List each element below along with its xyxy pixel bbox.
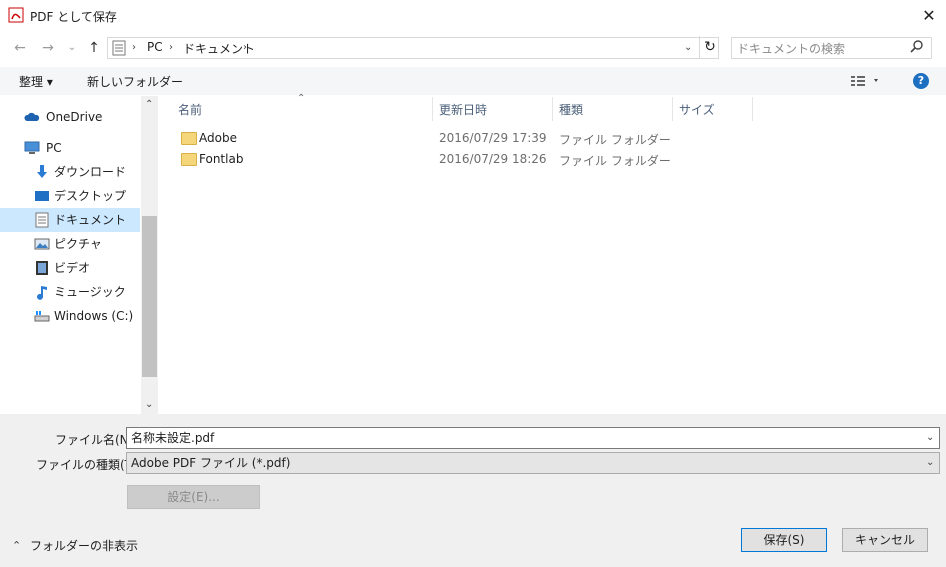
sidebar-scrollbar-thumb[interactable]	[142, 216, 157, 377]
scroll-up-icon[interactable]: ⌃	[145, 99, 153, 110]
sidebar-item-windows-c[interactable]: Windows (C:)	[0, 304, 140, 328]
file-name[interactable]: Adobe	[199, 131, 237, 145]
column-divider[interactable]	[752, 97, 753, 121]
column-header-size[interactable]: サイズ	[679, 101, 715, 118]
video-icon	[34, 260, 50, 276]
refresh-icon: ↻	[704, 39, 716, 55]
up-button[interactable]: ↑	[84, 38, 104, 58]
back-arrow-icon: ←	[14, 40, 26, 56]
music-icon	[34, 284, 50, 300]
close-button[interactable]: ✕	[914, 3, 944, 29]
breadcrumb-separator-icon: ›	[169, 42, 173, 53]
sidebar-item-label: ダウンロード	[54, 165, 127, 179]
sidebar-item[interactable]: ドキュメント	[0, 208, 140, 232]
window-title: PDF として保存	[30, 10, 117, 24]
filename-field[interactable]: 名称未設定.pdf	[126, 427, 940, 449]
sidebar-item-label: ドキュメント	[54, 213, 127, 227]
sidebar-item-label: ミュージック	[54, 285, 126, 299]
file-date: 2016/07/29 18:26	[439, 152, 547, 166]
file-type: ファイル フォルダー	[559, 154, 671, 168]
column-divider[interactable]	[672, 97, 673, 121]
drive-icon	[34, 308, 50, 324]
breadcrumb-separator-icon: ›	[132, 42, 136, 53]
picture-icon	[34, 236, 50, 252]
view-options-button[interactable]	[851, 74, 881, 88]
column-header-name[interactable]: 名前	[178, 101, 202, 118]
back-button[interactable]: ←	[10, 38, 30, 58]
chevron-up-icon[interactable]: ⌃	[12, 539, 21, 552]
sidebar-item[interactable]: デスクトップ	[0, 184, 140, 208]
refresh-button[interactable]: ↻	[699, 36, 720, 58]
column-divider[interactable]	[552, 97, 553, 121]
chevron-down-icon: ⌄	[67, 42, 77, 53]
documents-location-icon	[112, 40, 126, 56]
document-icon	[34, 212, 50, 228]
breadcrumb-separator-icon: ›	[243, 42, 247, 53]
file-date: 2016/07/29 17:39	[439, 131, 547, 145]
sidebar-item[interactable]: ビデオ	[0, 256, 140, 280]
save-button[interactable]: 保存(S)	[741, 528, 827, 552]
sidebar-item-label: PC	[46, 141, 62, 155]
sidebar-item[interactable]: ピクチャ	[0, 232, 140, 256]
column-header-date[interactable]: 更新日時	[439, 101, 487, 118]
settings-button: 設定(E)...	[127, 485, 260, 509]
folder-icon	[181, 153, 197, 166]
cloud-icon	[24, 109, 40, 125]
file-type: ファイル フォルダー	[559, 133, 671, 147]
sort-up-icon: ⌃	[297, 93, 306, 104]
sidebar-item-label: Windows (C:)	[54, 309, 134, 323]
sidebar-item-label: ビデオ	[54, 261, 91, 275]
forward-button[interactable]: →	[38, 38, 58, 58]
column-divider[interactable]	[432, 97, 433, 121]
breadcrumb-pc[interactable]: PC	[147, 40, 163, 54]
sidebar-item-label: ピクチャ	[54, 237, 102, 251]
search-input[interactable]: ドキュメントの検索	[737, 40, 845, 57]
pdf-icon	[8, 7, 24, 23]
scroll-down-icon[interactable]: ⌄	[145, 399, 153, 410]
address-dropdown-icon[interactable]: ⌄	[684, 42, 692, 53]
filetype-dropdown-icon[interactable]: ⌄	[926, 457, 934, 468]
forward-arrow-icon: →	[42, 40, 54, 56]
recent-locations-button[interactable]: ⌄	[62, 38, 82, 58]
cancel-button[interactable]: キャンセル	[842, 528, 928, 552]
sidebar-item-label: デスクトップ	[54, 189, 127, 203]
computer-icon	[24, 140, 40, 156]
column-header-type[interactable]: 種類	[559, 101, 583, 118]
sidebar-item-onedrive[interactable]: OneDrive	[0, 105, 140, 129]
filetype-select[interactable]: Adobe PDF ファイル (*.pdf)	[126, 452, 940, 474]
title-bar	[0, 0, 946, 31]
download-icon	[34, 164, 50, 180]
help-icon[interactable]: ?	[913, 73, 929, 89]
folder-icon	[181, 132, 197, 145]
desktop-icon	[34, 188, 50, 204]
up-arrow-icon: ↑	[88, 40, 100, 56]
sidebar-item-label: OneDrive	[46, 110, 103, 124]
sidebar-item-pc[interactable]: PC	[0, 136, 140, 160]
filename-dropdown-icon[interactable]: ⌄	[926, 432, 934, 443]
close-icon: ✕	[922, 6, 936, 25]
file-list	[158, 96, 946, 414]
sidebar-item[interactable]: ダウンロード	[0, 160, 140, 184]
new-folder-button[interactable]: 新しいフォルダー	[87, 73, 183, 90]
organize-menu[interactable]: 整理 ▾	[19, 73, 53, 90]
sidebar-item[interactable]: ミュージック	[0, 280, 140, 304]
search-icon[interactable]	[910, 39, 924, 53]
file-name[interactable]: Fontlab	[199, 152, 243, 166]
hide-folders-button[interactable]: フォルダーの非表示	[30, 537, 138, 554]
